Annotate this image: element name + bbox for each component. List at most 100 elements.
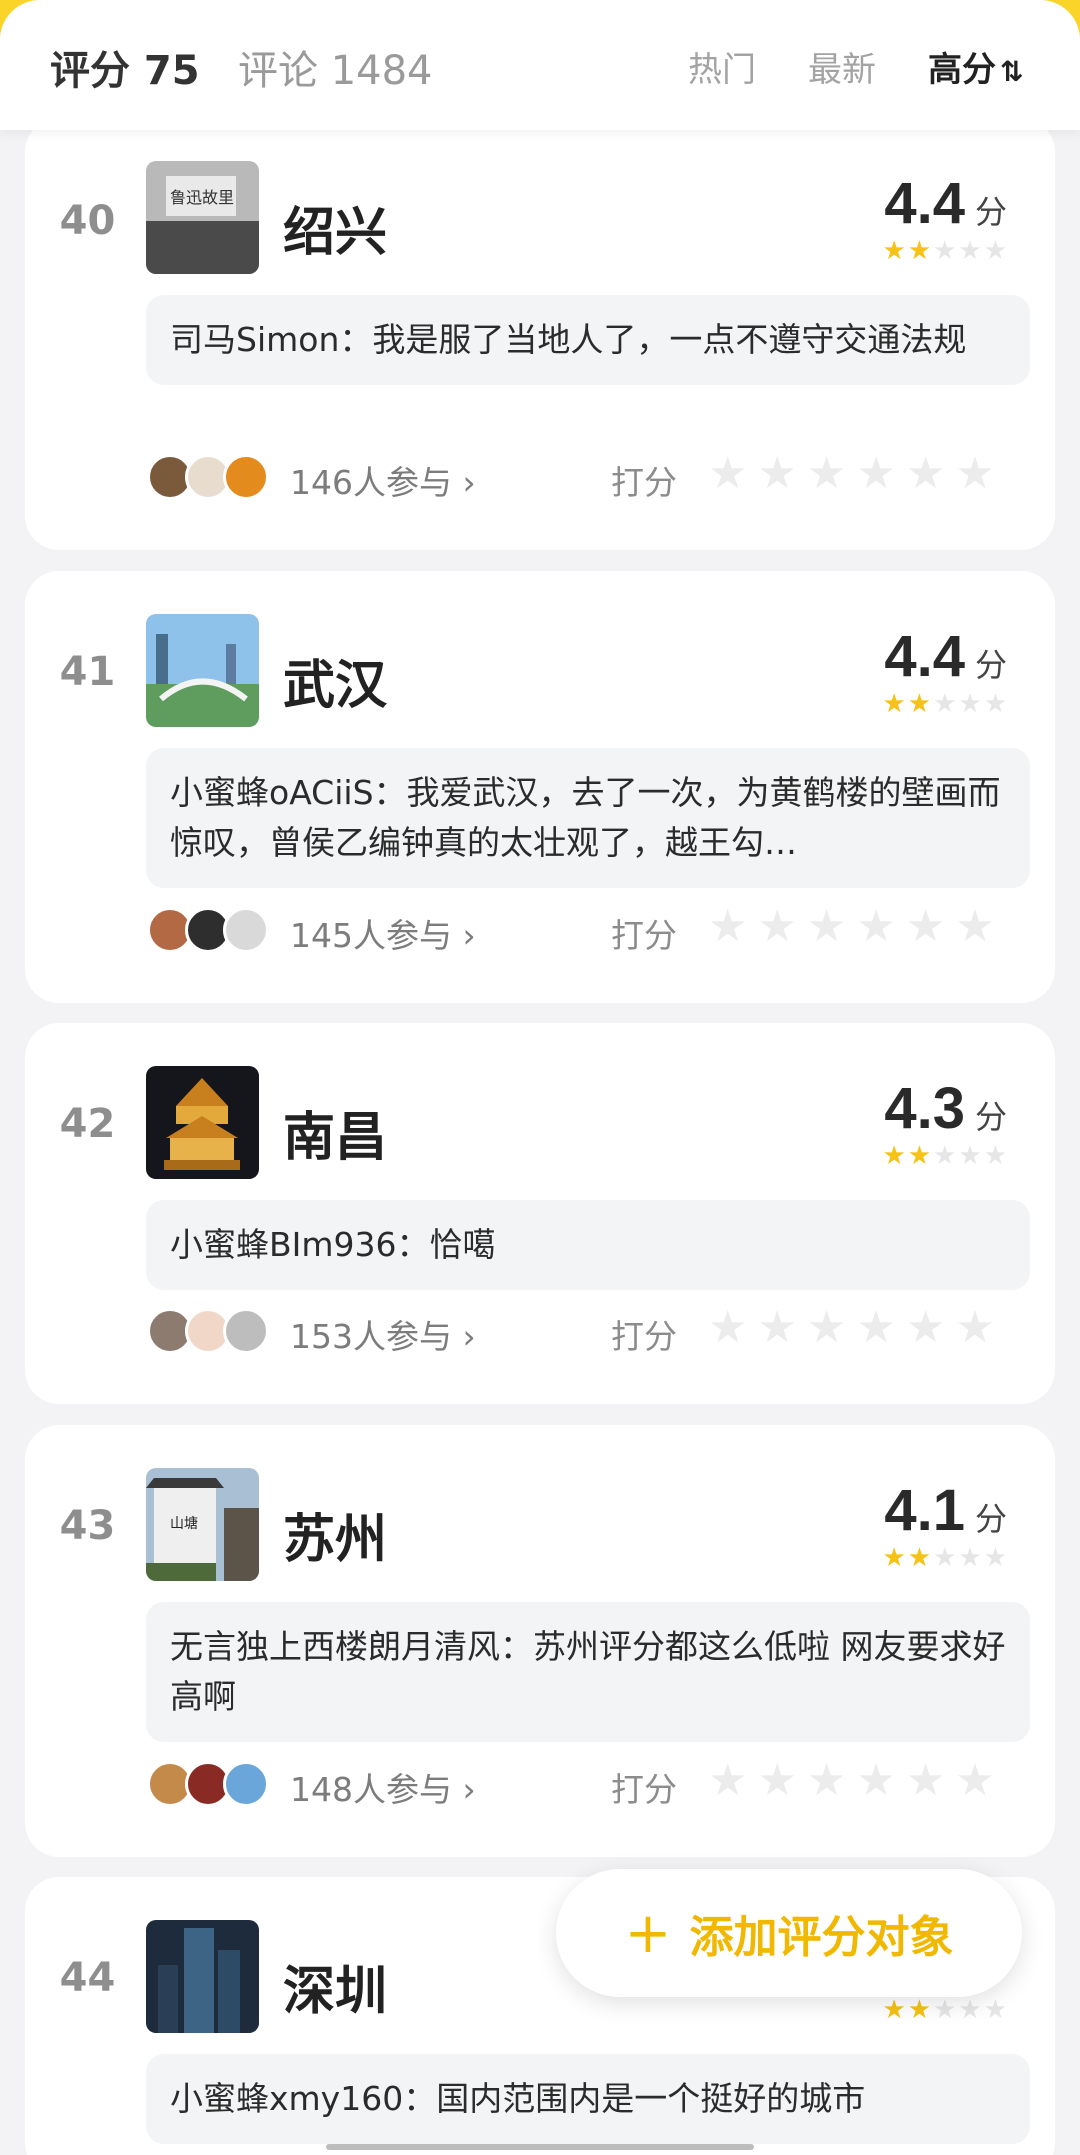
average-stars: ★ ★ ★ ★ ★ bbox=[882, 1143, 1007, 1169]
star-icon[interactable]: ★ bbox=[708, 452, 747, 496]
star-icon: ★ bbox=[958, 1543, 982, 1573]
star-icon[interactable]: ★ bbox=[856, 1306, 895, 1350]
item-name: 苏州 bbox=[283, 1510, 388, 1570]
star-icon[interactable]: ★ bbox=[955, 1306, 994, 1350]
tab-score[interactable]: 评分 75 bbox=[50, 38, 200, 96]
rating-card[interactable]: 41 武汉 4.4 分 ★ ★ ★ ★ ★ 小蜜蜂oACiiS：我爱武汉，去了一次，为黄鹤… bbox=[25, 571, 1055, 1003]
rate-stars-input[interactable]: ★ ★ ★ ★ ★ ★ bbox=[708, 1759, 995, 1803]
star-icon: ★ bbox=[882, 689, 906, 719]
top-comment[interactable]: 无言独上西楼朗月清风：苏州评分都这么低啦 网友要求好高啊 bbox=[146, 1602, 1030, 1742]
item-thumbnail: 鲁迅故里 bbox=[146, 161, 259, 274]
participant-avatars[interactable] bbox=[147, 907, 269, 953]
star-icon[interactable]: ★ bbox=[906, 905, 945, 949]
star-icon[interactable]: ★ bbox=[955, 1759, 994, 1803]
page-sheet: 评分 75 评论 1484 热门 最新 高分 ⇅ 40 鲁迅故里 绍兴 4.4 分 … bbox=[0, 0, 1080, 2155]
score-value: 4.3 bbox=[884, 1076, 965, 1141]
sort-high-score[interactable]: 高分 ⇅ bbox=[928, 42, 1023, 91]
participant-avatars[interactable] bbox=[147, 1761, 269, 1807]
rate-label: 打分 bbox=[611, 1317, 677, 1356]
star-icon: ★ bbox=[983, 1543, 1007, 1573]
star-icon[interactable]: ★ bbox=[856, 1759, 895, 1803]
rate-label: 打分 bbox=[611, 463, 677, 502]
item-thumbnail bbox=[146, 1066, 259, 1179]
rate-stars-input[interactable]: ★ ★ ★ ★ ★ ★ bbox=[708, 452, 995, 496]
sort-newest[interactable]: 最新 bbox=[808, 42, 876, 91]
star-icon: ★ bbox=[907, 1995, 932, 2025]
star-icon: ★ bbox=[882, 236, 906, 266]
rating-card[interactable]: 43 山塘 苏州 4.1 分 ★ ★ ★ ★ ★ 无言独上西楼朗月清风：苏州评分都这么低啦… bbox=[25, 1425, 1055, 1857]
avatar bbox=[223, 1308, 269, 1354]
add-button-label: 添加评分对象 bbox=[689, 1912, 954, 1963]
star-icon[interactable]: ★ bbox=[757, 1306, 796, 1350]
star-icon[interactable]: ★ bbox=[708, 905, 747, 949]
top-comment[interactable]: 小蜜蜂xmy160：国内范围内是一个挺好的城市 bbox=[146, 2054, 1030, 2144]
star-icon[interactable]: ★ bbox=[955, 905, 994, 949]
plus-icon: + bbox=[624, 1900, 672, 1966]
star-icon[interactable]: ★ bbox=[955, 452, 994, 496]
sort-hot[interactable]: 热门 bbox=[688, 42, 756, 91]
rank-number: 44 bbox=[59, 1955, 116, 2001]
top-comment[interactable]: 司马Simon：我是服了当地人了，一点不遵守交通法规 bbox=[146, 295, 1030, 385]
rate-label: 打分 bbox=[611, 1770, 677, 1809]
rating-card[interactable]: 42 南昌 4.3 分 ★ ★ ★ ★ ★ 小蜜蜂BIm936：恰噶 153人参与 › 打… bbox=[25, 1023, 1055, 1404]
star-icon[interactable]: ★ bbox=[807, 1759, 846, 1803]
avatar bbox=[223, 454, 269, 500]
star-icon: ★ bbox=[933, 1141, 957, 1171]
avatar bbox=[223, 1761, 269, 1807]
item-name: 绍兴 bbox=[283, 203, 388, 263]
star-icon: ★ bbox=[882, 1543, 906, 1573]
star-icon: ★ bbox=[958, 689, 982, 719]
star-icon[interactable]: ★ bbox=[906, 452, 945, 496]
participants-link[interactable]: 148人参与 › bbox=[290, 1763, 476, 1811]
star-icon[interactable]: ★ bbox=[757, 1759, 796, 1803]
rank-number: 42 bbox=[59, 1101, 116, 1147]
item-thumbnail: 山塘 bbox=[146, 1468, 259, 1581]
star-icon[interactable]: ★ bbox=[757, 905, 796, 949]
rating-card[interactable]: 40 鲁迅故里 绍兴 4.4 分 ★ ★ ★ ★ ★ 司马Simon：我是服了当地人了，一… bbox=[25, 118, 1055, 550]
tab-comments[interactable]: 评论 1484 bbox=[238, 38, 433, 96]
star-icon[interactable]: ★ bbox=[856, 905, 895, 949]
home-indicator[interactable] bbox=[326, 2144, 754, 2150]
star-icon[interactable]: ★ bbox=[807, 452, 846, 496]
rate-stars-input[interactable]: ★ ★ ★ ★ ★ ★ bbox=[708, 1306, 995, 1350]
rate-stars-input[interactable]: ★ ★ ★ ★ ★ ★ bbox=[708, 905, 995, 949]
score: 4.4 分 bbox=[884, 623, 1007, 690]
star-icon[interactable]: ★ bbox=[906, 1306, 945, 1350]
item-thumbnail bbox=[146, 1920, 259, 2033]
rank-number: 40 bbox=[59, 198, 116, 244]
star-icon[interactable]: ★ bbox=[757, 452, 796, 496]
score-unit: 分 bbox=[974, 1500, 1007, 1538]
star-icon: ★ bbox=[983, 689, 1007, 719]
score-unit: 分 bbox=[974, 1098, 1007, 1136]
star-icon[interactable]: ★ bbox=[708, 1759, 747, 1803]
average-stars: ★ ★ ★ ★ ★ bbox=[882, 691, 1007, 717]
svg-text:山塘: 山塘 bbox=[170, 1516, 198, 1532]
star-icon: ★ bbox=[933, 236, 957, 266]
star-icon: ★ bbox=[958, 1141, 982, 1171]
star-icon: ★ bbox=[907, 1141, 932, 1171]
score: 4.4 分 bbox=[884, 170, 1007, 237]
add-rating-target-button[interactable]: + 添加评分对象 bbox=[556, 1869, 1022, 1997]
star-icon[interactable]: ★ bbox=[807, 905, 846, 949]
avatar bbox=[223, 907, 269, 953]
star-icon[interactable]: ★ bbox=[856, 452, 895, 496]
sort-high-label: 高分 bbox=[928, 50, 996, 90]
rank-number: 43 bbox=[59, 1503, 116, 1549]
star-icon: ★ bbox=[983, 1141, 1007, 1171]
participants-link[interactable]: 146人参与 › bbox=[290, 456, 476, 504]
top-comment[interactable]: 小蜜蜂oACiiS：我爱武汉，去了一次，为黄鹤楼的壁画而惊叹，曾侯乙编钟真的太壮… bbox=[146, 748, 1030, 888]
svg-text:鲁迅故里: 鲁迅故里 bbox=[170, 188, 234, 207]
star-icon[interactable]: ★ bbox=[906, 1759, 945, 1803]
star-icon[interactable]: ★ bbox=[807, 1306, 846, 1350]
participants-link[interactable]: 145人参与 › bbox=[290, 909, 476, 957]
top-comment[interactable]: 小蜜蜂BIm936：恰噶 bbox=[146, 1200, 1030, 1290]
header: 评分 75 评论 1484 热门 最新 高分 ⇅ bbox=[0, 0, 1080, 130]
star-icon: ★ bbox=[882, 1141, 906, 1171]
average-stars: ★ ★ ★ ★ ★ bbox=[882, 1545, 1007, 1571]
participant-avatars[interactable] bbox=[147, 454, 269, 500]
star-icon: ★ bbox=[933, 1543, 957, 1573]
participant-avatars[interactable] bbox=[147, 1308, 269, 1354]
participants-link[interactable]: 153人参与 › bbox=[290, 1310, 476, 1358]
star-icon[interactable]: ★ bbox=[708, 1306, 747, 1350]
score-value: 4.4 bbox=[884, 171, 965, 236]
